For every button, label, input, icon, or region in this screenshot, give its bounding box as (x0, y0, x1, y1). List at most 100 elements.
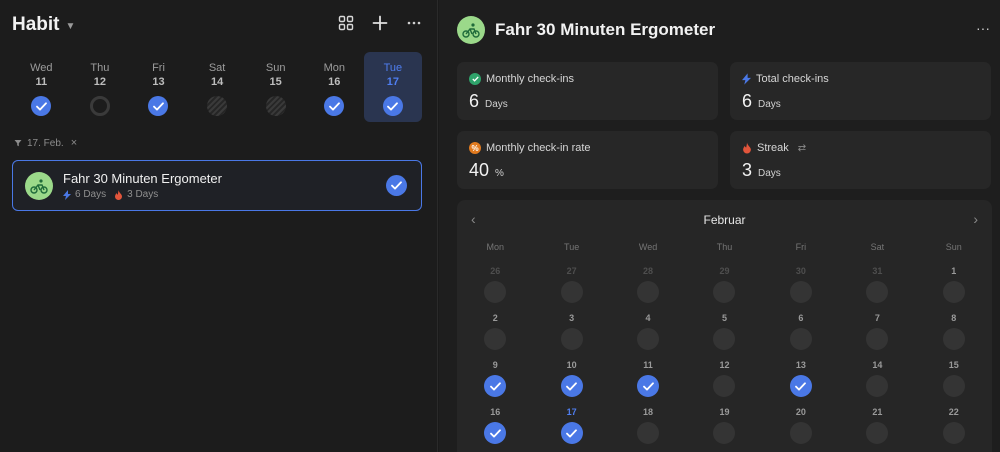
checked-day-icon[interactable] (382, 96, 403, 116)
calendar-day[interactable]: 27 (533, 258, 609, 305)
calendar-day[interactable]: 10 (533, 352, 609, 399)
checked-day-icon[interactable] (148, 96, 169, 116)
more-horizontal-icon[interactable] (405, 14, 423, 32)
cycling-icon (457, 16, 485, 44)
day-circle (942, 281, 965, 303)
habit-check-button[interactable] (386, 175, 407, 196)
calendar-day[interactable]: 1 (916, 258, 992, 305)
calendar-day[interactable]: 28 (610, 258, 686, 305)
day-circle (942, 328, 965, 350)
calendar-week-row: 2 3 4 5 6 7 8 (457, 305, 992, 352)
calendar-day[interactable]: 30 (763, 258, 839, 305)
lightning-icon (63, 189, 71, 200)
calendar-day[interactable]: 6 (763, 305, 839, 352)
calendar-day[interactable]: 4 (610, 305, 686, 352)
checkmark-icon (391, 181, 402, 190)
calendar-day[interactable]: 14 (839, 352, 915, 399)
filter-clear-icon[interactable]: × (71, 137, 77, 149)
filter-label: 17. Feb. (27, 137, 64, 149)
day-circle (713, 422, 736, 444)
checked-day-icon (789, 375, 812, 397)
stat-unit: % (495, 168, 504, 179)
unchecked-day-icon[interactable] (89, 96, 110, 116)
calendar-day-number: 5 (721, 313, 727, 323)
stat-value: 6 (469, 91, 480, 111)
calendar-day[interactable]: 13 (763, 352, 839, 399)
checked-day-icon (484, 375, 507, 397)
week-day-fri[interactable]: Fri 13 (129, 52, 188, 122)
calendar-day[interactable]: 17 (533, 399, 609, 446)
week-day-tue[interactable]: Tue 17 (363, 52, 423, 122)
day-circle (942, 375, 965, 397)
calendar-day[interactable]: 16 (457, 399, 533, 446)
calendar-day-number: 9 (492, 360, 498, 370)
detail-title: Fahr 30 Minuten Ergometer (495, 20, 716, 39)
day-circle (866, 281, 889, 303)
lightning-icon (742, 73, 751, 85)
day-circle (866, 422, 889, 444)
calendar-day[interactable]: 19 (686, 399, 762, 446)
calendar-day[interactable]: 21 (839, 399, 915, 446)
stat-total-checkins: Total check-ins 6 Days (730, 62, 991, 120)
calendar-day[interactable]: 12 (686, 352, 762, 399)
calendar-weekday-label: Mon (486, 242, 504, 252)
calendar-day-number: 1 (951, 266, 957, 276)
calendar-day[interactable]: 2 (457, 305, 533, 352)
calendar-day[interactable]: 31 (839, 258, 915, 305)
habit-list-item[interactable]: Fahr 30 Minuten Ergometer 6 Days 3 Days (12, 160, 422, 211)
checked-day-icon (560, 375, 583, 397)
calendar-week-row: 16 17 18 19 20 21 22 (457, 399, 992, 446)
cycling-icon (25, 171, 53, 200)
date-filter-chip[interactable]: 17. Feb. × (14, 137, 77, 149)
calendar-weekday-label: Wed (638, 242, 658, 252)
week-day-thu[interactable]: Thu 12 (71, 52, 130, 122)
week-day-sat[interactable]: Sat 14 (188, 52, 247, 122)
day-circle (866, 328, 889, 350)
plus-icon[interactable] (371, 14, 389, 32)
week-day-mon[interactable]: Mon 16 (305, 52, 364, 122)
chevron-right-icon[interactable]: › (973, 211, 978, 227)
calendar-day[interactable]: 15 (916, 352, 992, 399)
week-day-sun[interactable]: Sun 15 (246, 52, 305, 122)
flame-icon (115, 189, 123, 200)
day-circle (942, 422, 965, 444)
checked-day-icon[interactable] (324, 96, 345, 116)
more-horizontal-icon[interactable]: ··· (976, 20, 990, 36)
calendar-day-number: 22 (948, 407, 959, 417)
checked-day-icon[interactable] (31, 96, 52, 116)
calendar-day-number: 28 (643, 266, 654, 276)
day-number: 17 (386, 76, 399, 88)
calendar-weekday-label: Sun (945, 242, 962, 252)
month-calendar: ‹ Februar › Mon Tue Wed Thu Fri Sat Sun 26 27 28 2… (457, 200, 992, 452)
calendar-day[interactable]: 20 (763, 399, 839, 446)
skipped-day-icon[interactable] (265, 96, 286, 116)
app-title-dropdown[interactable]: Habit ▼ (12, 14, 75, 36)
calendar-week-row: 9 10 11 12 13 14 15 (457, 352, 992, 399)
calendar-day[interactable]: 22 (916, 399, 992, 446)
calendar-day-number: 10 (566, 360, 577, 370)
calendar-day-number: 2 (492, 313, 498, 323)
calendar-day[interactable]: 3 (533, 305, 609, 352)
calendar-day[interactable]: 8 (916, 305, 992, 352)
stat-value: 6 (742, 91, 753, 111)
swap-icon[interactable]: ⇄ (798, 143, 806, 154)
calendar-day[interactable]: 11 (610, 352, 686, 399)
habit-total: 6 Days (75, 189, 107, 200)
percent-badge-icon: % (469, 142, 481, 154)
calendar-day-number: 30 (795, 266, 806, 276)
calendar-day[interactable]: 26 (457, 258, 533, 305)
skipped-day-icon[interactable] (207, 96, 228, 116)
calendar-day[interactable]: 7 (839, 305, 915, 352)
stat-label: Streak (757, 142, 789, 154)
calendar-day[interactable]: 18 (610, 399, 686, 446)
calendar-day[interactable]: 5 (686, 305, 762, 352)
calendar-month: Februar (703, 213, 746, 227)
habit-title: Fahr 30 Minuten Ergometer (63, 171, 222, 186)
day-number: 15 (269, 76, 282, 88)
week-day-wed[interactable]: Wed 11 (12, 52, 71, 122)
calendar-day[interactable]: 29 (686, 258, 762, 305)
grid-view-icon[interactable] (337, 14, 355, 32)
calendar-day-number: 19 (719, 407, 730, 417)
day-circle (484, 281, 507, 303)
calendar-day[interactable]: 9 (457, 352, 533, 399)
